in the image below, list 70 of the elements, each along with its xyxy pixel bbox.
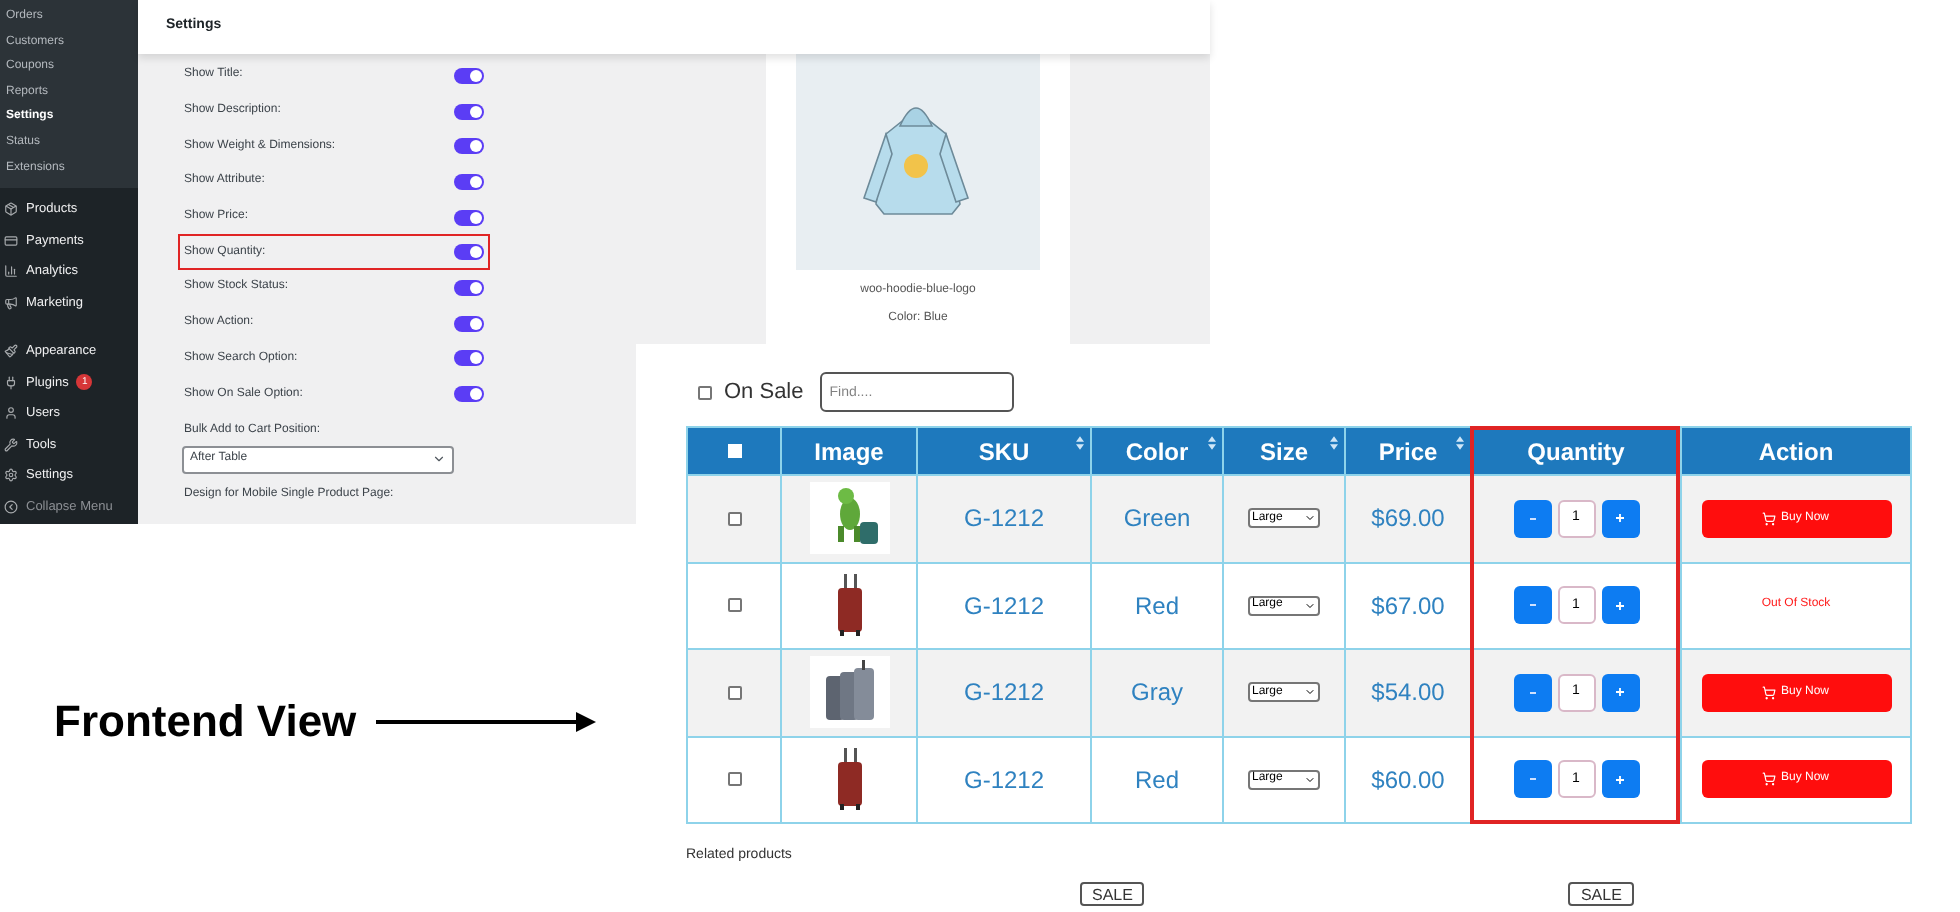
column-header[interactable]: Size: [1223, 427, 1345, 475]
minus-icon: [1527, 517, 1537, 520]
brush-icon: [4, 344, 18, 359]
increase-button[interactable]: [1601, 586, 1639, 625]
toggle-switch[interactable]: [454, 138, 484, 155]
increase-button[interactable]: [1601, 499, 1639, 538]
decrease-button[interactable]: [1513, 760, 1551, 799]
card-icon: [4, 233, 18, 248]
toggle-switch[interactable]: [454, 386, 484, 403]
plus-icon: [1616, 688, 1624, 697]
settings-icon: [4, 468, 18, 483]
minus-icon: [1527, 604, 1537, 607]
column-header: Action: [1681, 427, 1911, 475]
cart-icon: [1762, 772, 1777, 787]
megaphone-icon: [4, 295, 18, 310]
minus-icon: [1527, 778, 1537, 781]
sku-cell: G-1212: [917, 736, 1091, 823]
row-checkbox[interactable]: [727, 598, 741, 613]
row-checkbox[interactable]: [727, 685, 741, 700]
circle-arrow-icon: [4, 499, 18, 514]
color-cell: Red: [1091, 736, 1223, 823]
decrease-button[interactable]: [1513, 499, 1551, 538]
select-all-checkbox[interactable]: [727, 444, 741, 458]
column-header[interactable]: SKU: [917, 427, 1091, 475]
sale-badge: SALE: [1080, 881, 1145, 905]
toggle-switch[interactable]: [454, 350, 484, 367]
sort-icon: [1076, 436, 1084, 450]
sale-badge: SALE: [1568, 881, 1634, 905]
decrease-button[interactable]: [1513, 673, 1551, 712]
row-checkbox[interactable]: [727, 772, 741, 787]
color-cell: Green: [1091, 475, 1223, 562]
arrow-icon: [376, 711, 597, 731]
toggle-switch[interactable]: [454, 103, 484, 120]
plus-icon: [1616, 514, 1624, 523]
color-cell: Gray: [1091, 649, 1223, 736]
user-icon: [4, 406, 18, 421]
minus-icon: [1527, 691, 1537, 694]
decrease-button[interactable]: [1513, 586, 1551, 625]
toggle-switch[interactable]: [454, 244, 484, 261]
sort-icon: [1456, 436, 1464, 450]
chevron-down-icon: [432, 452, 446, 467]
plug-icon: [4, 375, 18, 390]
plus-icon: [1616, 601, 1624, 610]
wrench-icon: [4, 437, 18, 452]
sku-cell: G-1212: [917, 475, 1091, 562]
caption: Frontend View: [54, 694, 357, 750]
on-sale-label: On Sale: [724, 377, 804, 408]
row-checkbox[interactable]: [727, 511, 741, 526]
cart-icon: [1762, 685, 1777, 700]
plus-icon: [1616, 775, 1624, 784]
chevron-down-icon: [1304, 773, 1316, 786]
toggle-switch[interactable]: [454, 173, 484, 190]
sort-icon: [1330, 436, 1338, 450]
chevron-down-icon: [1304, 512, 1316, 525]
cart-icon: [1762, 511, 1777, 526]
chevron-down-icon: [1304, 686, 1316, 699]
on-sale-checkbox[interactable]: [698, 385, 712, 399]
increase-button[interactable]: [1601, 673, 1639, 712]
chevron-down-icon: [1304, 599, 1316, 612]
toggle-switch[interactable]: [454, 209, 484, 226]
toggle-switch[interactable]: [454, 315, 484, 332]
sku-cell: G-1212: [917, 649, 1091, 736]
toggle-switch[interactable]: [454, 67, 484, 84]
column-header[interactable]: Price: [1345, 427, 1471, 475]
increase-button[interactable]: [1601, 760, 1639, 799]
box-icon: [4, 202, 18, 217]
bar-chart-icon: [4, 264, 18, 279]
toggle-switch[interactable]: [454, 279, 484, 296]
column-header[interactable]: Color: [1091, 427, 1223, 475]
column-header: Image: [781, 427, 917, 475]
